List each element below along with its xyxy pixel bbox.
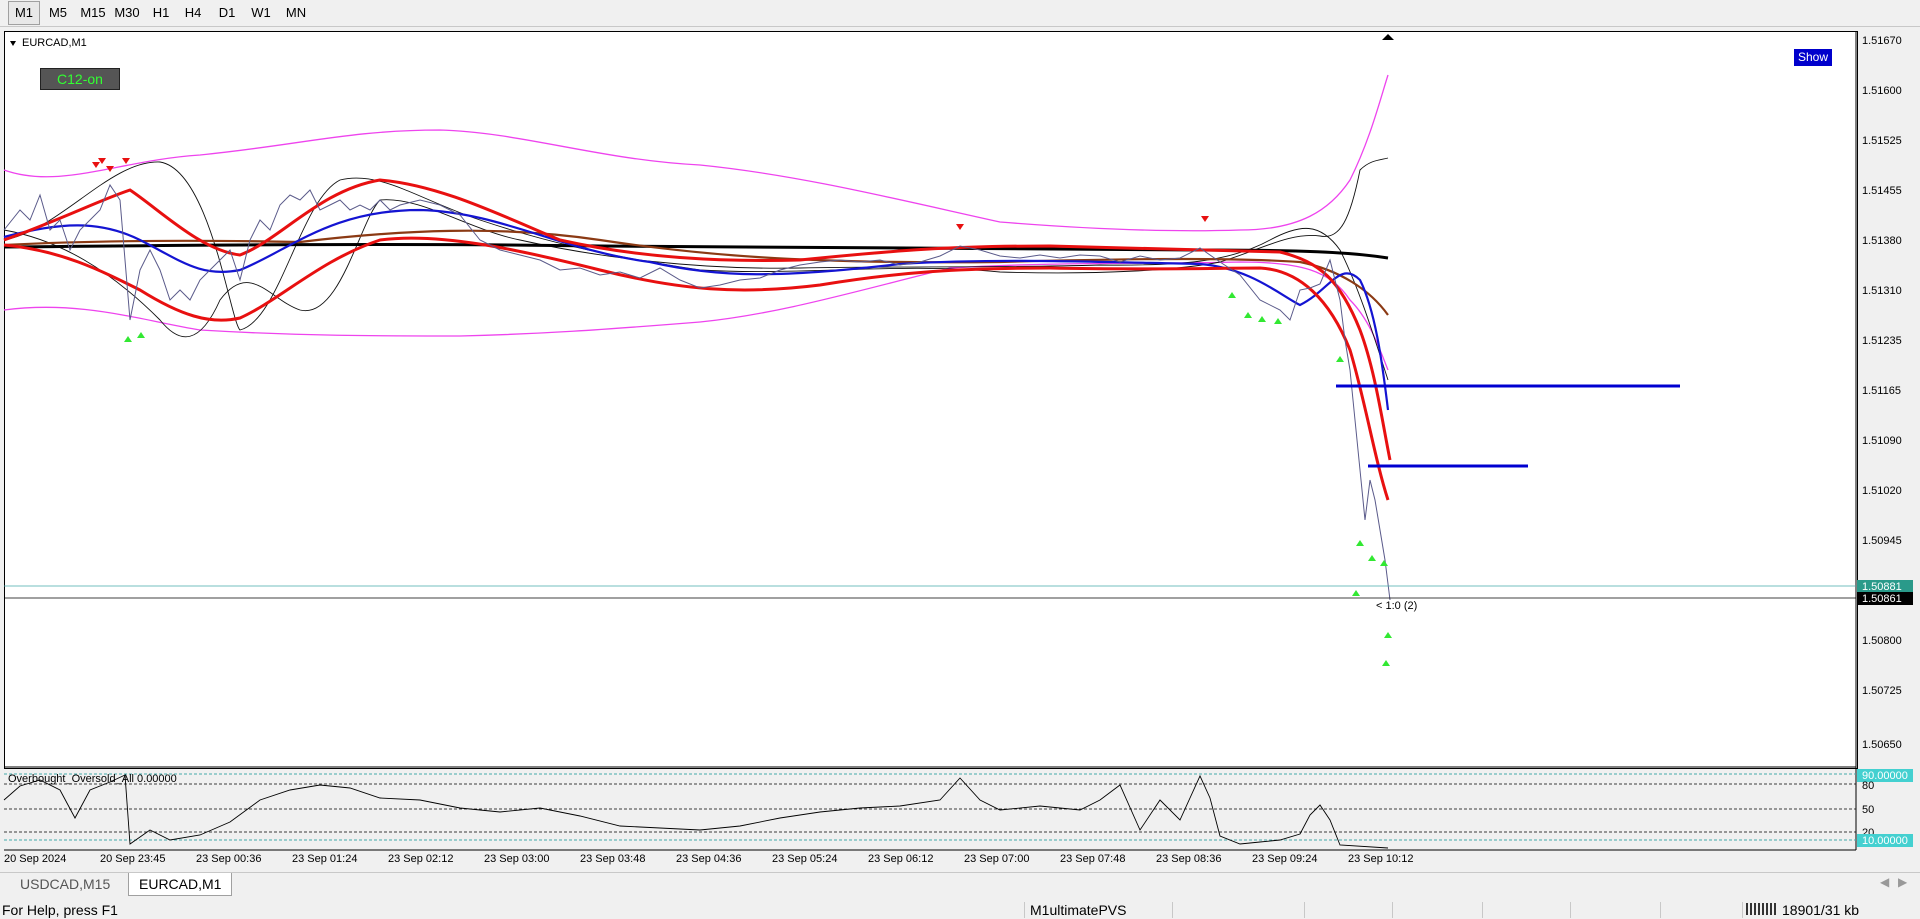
ma-red-lower — [3, 236, 1390, 501]
svg-text:23 Sep 07:00: 23 Sep 07:00 — [964, 853, 1029, 865]
sub-level-80: 80 — [1862, 780, 1874, 792]
svg-text:1.51165: 1.51165 — [1862, 385, 1901, 397]
svg-text:1.51525: 1.51525 — [1862, 135, 1902, 147]
svg-text:20 Sep 23:45: 20 Sep 23:45 — [100, 853, 165, 865]
status-traffic: 18901/31 kb — [1782, 902, 1860, 918]
svg-text:23 Sep 00:36: 23 Sep 00:36 — [196, 853, 261, 865]
svg-text:23 Sep 09:24: 23 Sep 09:24 — [1252, 853, 1317, 865]
svg-text:1.50725: 1.50725 — [1862, 685, 1902, 697]
status-help-text: For Help, press F1 — [2, 902, 118, 918]
down-arrow-group — [92, 158, 1209, 230]
up-arrow-group — [124, 292, 1392, 666]
svg-text:1.50650: 1.50650 — [1862, 739, 1902, 751]
svg-text:1.51455: 1.51455 — [1862, 185, 1902, 197]
svg-text:23 Sep 03:00: 23 Sep 03:00 — [484, 853, 549, 865]
chart-tabs: USDCAD,M15 EURCAD,M1 ◀ ▶ — [0, 872, 1920, 896]
svg-text:23 Sep 08:36: 23 Sep 08:36 — [1156, 853, 1221, 865]
tab-scroll-left-icon[interactable]: ◀ — [1880, 875, 1889, 889]
svg-text:1.51020: 1.51020 — [1862, 485, 1902, 497]
oscillator-line — [3, 774, 1389, 849]
sub-level-50: 50 — [1862, 804, 1874, 816]
svg-text:23 Sep 04:36: 23 Sep 04:36 — [676, 853, 741, 865]
c12-on-button[interactable]: C12-on — [40, 68, 120, 90]
upper-envelope — [3, 74, 1389, 232]
svg-text:20 Sep 2024: 20 Sep 2024 — [4, 853, 66, 865]
svg-text:1.51310: 1.51310 — [1862, 285, 1902, 297]
symbol-label: EURCAD,M1 — [22, 37, 87, 49]
ma-brown — [3, 229, 1389, 316]
time-axis: 20 Sep 2024 20 Sep 23:45 23 Sep 00:36 23… — [4, 853, 1413, 865]
sub-level-10: 10.00000 — [1862, 835, 1908, 847]
svg-text:1.51235: 1.51235 — [1862, 335, 1902, 347]
current-price-tag: 1.50861 — [1862, 593, 1902, 605]
svg-text:23 Sep 02:12: 23 Sep 02:12 — [388, 853, 453, 865]
trade-label: < 1:0 (2) — [1376, 600, 1417, 612]
svg-text:23 Sep 07:48: 23 Sep 07:48 — [1060, 853, 1125, 865]
svg-text:1.51600: 1.51600 — [1862, 85, 1902, 97]
svg-text:23 Sep 01:24: 23 Sep 01:24 — [292, 853, 357, 865]
sub-window-title: Overbought_Oversold_All 0.00000 — [8, 773, 177, 785]
svg-text:1.50945: 1.50945 — [1862, 535, 1902, 547]
connection-bars-icon — [1746, 903, 1776, 915]
svg-text:1.51090: 1.51090 — [1862, 435, 1902, 447]
chart-svg: EURCAD,M1 1.51670 1.51600 1.51525 1.5145… — [3, 31, 1913, 865]
tab-eurcad-m1[interactable]: EURCAD,M1 — [128, 873, 233, 896]
tab-scroll-right-icon[interactable]: ▶ — [1898, 875, 1907, 889]
svg-text:23 Sep 10:12: 23 Sep 10:12 — [1348, 853, 1413, 865]
price-axis: 1.51670 1.51600 1.51525 1.51455 1.51380 … — [1862, 35, 1902, 751]
svg-text:23 Sep 03:48: 23 Sep 03:48 — [580, 853, 645, 865]
show-button[interactable]: Show — [1794, 49, 1832, 66]
status-bar: For Help, press F1 M1ultimatePVS 18901/3… — [0, 900, 1920, 919]
tab-usdcad-m15[interactable]: USDCAD,M15 — [10, 873, 120, 895]
svg-text:23 Sep 06:12: 23 Sep 06:12 — [868, 853, 933, 865]
status-profile: M1ultimatePVS — [1030, 902, 1127, 918]
svg-text:1.50800: 1.50800 — [1862, 635, 1902, 647]
ask-price-tag: 1.50881 — [1862, 581, 1902, 593]
svg-text:1.51380: 1.51380 — [1862, 235, 1902, 247]
svg-text:23 Sep 05:24: 23 Sep 05:24 — [772, 853, 837, 865]
svg-text:1.51670: 1.51670 — [1862, 35, 1902, 47]
